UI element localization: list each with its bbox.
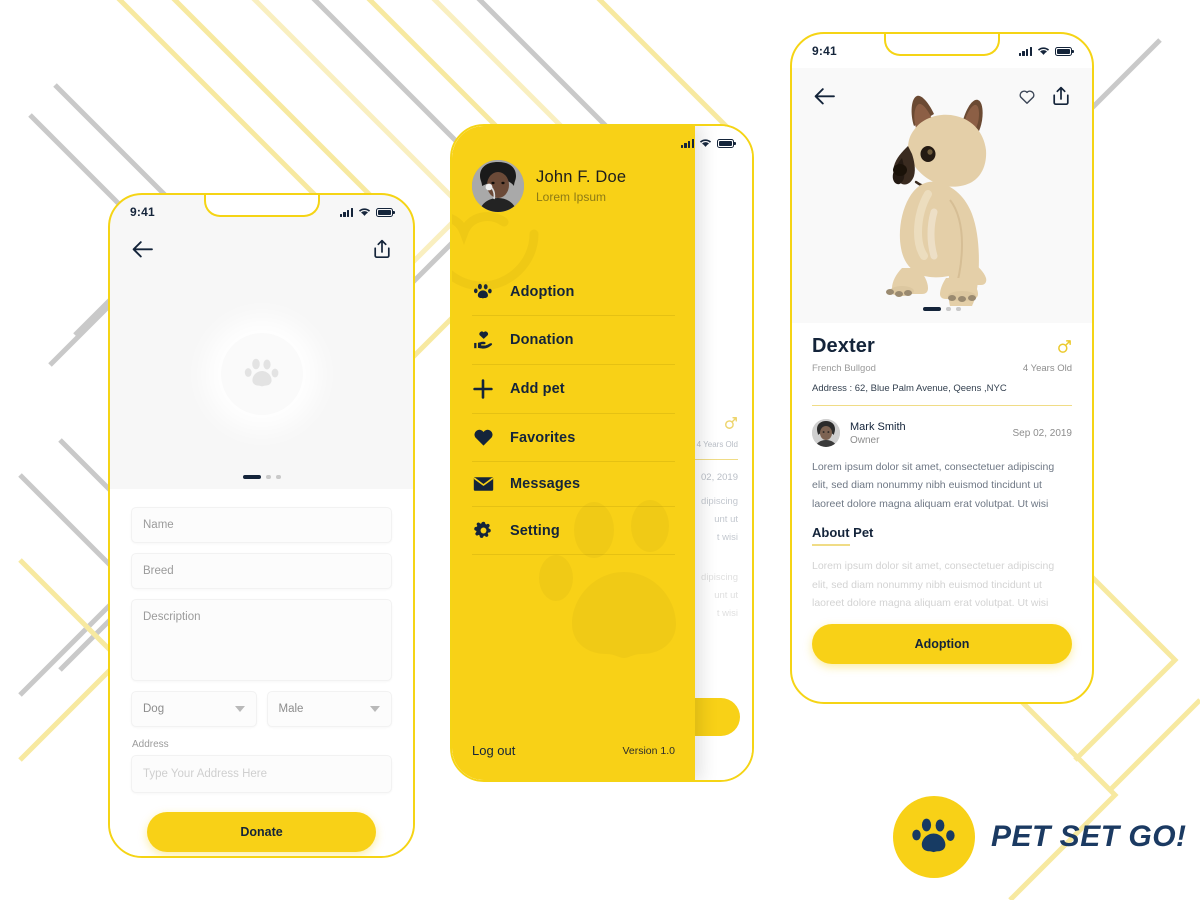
name-input[interactable]: Name	[131, 507, 392, 543]
share-icon[interactable]	[373, 239, 391, 259]
address-label: Address	[132, 739, 169, 750]
pet-age: 4 Years Old	[1022, 363, 1072, 374]
species-select[interactable]: Dog	[131, 691, 257, 727]
status-time: 9:41	[130, 205, 155, 219]
menu-item-label: Setting	[510, 522, 560, 539]
menu-item-label: Favorites	[510, 429, 576, 446]
phone-notch	[203, 195, 320, 217]
about-pet-title: About Pet	[812, 525, 874, 541]
pet-name: Dexter	[812, 335, 875, 357]
pet-photo-placeholder	[110, 259, 413, 489]
address-input[interactable]: Type Your Address Here	[131, 755, 392, 793]
about-underline	[812, 544, 850, 547]
gear-icon	[472, 521, 494, 540]
add-pet-form: Name Breed Description Dog Male Address …	[110, 489, 413, 856]
menu-item-label: Donation	[510, 332, 574, 348]
paw-icon	[472, 282, 494, 301]
menu-item-label: Messages	[510, 476, 581, 492]
version-label: Version 1.0	[622, 744, 675, 757]
brand-logo: PET SET GO!	[893, 796, 1187, 878]
pet-detail-body: Dexter French Bullgod 4 Years Old Addres…	[792, 323, 1092, 612]
carousel-dot[interactable]	[956, 307, 961, 311]
drawer-footer: Log out Version 1.0	[472, 743, 675, 758]
about-pet-text: Lorem ipsum dolor sit amet, consectetuer…	[812, 560, 1055, 609]
side-drawer: John F. Doe Lorem Ipsum Adoption Donatio…	[452, 126, 695, 780]
paw-icon	[244, 358, 278, 387]
phone-pet-detail: 9:41 Dexter French Bullgod 4 Years Old A…	[790, 32, 1094, 704]
pet-breed: French Bullgod	[812, 363, 876, 374]
signal-bars-icon	[680, 138, 694, 148]
gender-select[interactable]: Male	[266, 691, 392, 727]
pet-photo-carousel	[792, 68, 1092, 323]
battery-icon	[1055, 46, 1074, 56]
adoption-button[interactable]: Adoption	[812, 624, 1072, 665]
drawer-menu: Adoption Donation Add pet Favorites Mess…	[452, 268, 695, 555]
breed-input[interactable]: Breed	[131, 553, 392, 589]
divider	[812, 405, 1072, 406]
carousel-dot-active[interactable]	[242, 475, 261, 479]
pet-address: Address : 62, Blue Palm Avenue, Qeens ,N…	[812, 383, 1007, 394]
chevron-down-icon	[370, 706, 380, 712]
signal-bars-icon	[339, 207, 353, 217]
status-time: 9:41	[812, 44, 837, 58]
carousel-dots[interactable]	[792, 307, 1092, 311]
menu-item-add-pet[interactable]: Add pet	[472, 365, 675, 414]
owner-avatar	[812, 419, 840, 447]
battery-icon	[717, 138, 736, 148]
logo-circle	[893, 796, 975, 878]
paw-placeholder-circle	[220, 333, 303, 415]
menu-item-favorites[interactable]: Favorites	[472, 414, 675, 462]
chevron-down-icon	[234, 706, 245, 712]
plus-icon	[472, 379, 494, 399]
gender-select-value: Male	[278, 703, 304, 715]
battery-icon	[376, 207, 395, 217]
carousel-dot[interactable]	[946, 307, 951, 311]
male-gender-icon	[725, 417, 737, 429]
signal-bars-icon	[1018, 46, 1032, 56]
heart-filled-icon	[472, 428, 494, 447]
status-bar	[452, 126, 752, 160]
menu-item-label: Add pet	[510, 381, 565, 397]
owner-row: Mark Smith Owner Sep 02, 2019	[812, 419, 1072, 447]
pet-description: Lorem ipsum dolor sit amet, consectetuer…	[812, 461, 1055, 510]
description-input[interactable]: Description	[131, 599, 392, 681]
paw-icon	[912, 818, 955, 853]
phone-side-drawer: 4 Years Old 02, 2019 dipiscing unt ut t wi…	[450, 124, 754, 782]
heart-outline-icon[interactable]	[1018, 88, 1036, 105]
logo-text: PET SET GO!	[991, 820, 1187, 853]
carousel-dot[interactable]	[275, 475, 281, 479]
carousel-dot[interactable]	[265, 475, 271, 479]
wifi-icon	[358, 208, 371, 216]
owner-date: Sep 02, 2019	[1012, 427, 1073, 439]
top-nav	[110, 229, 413, 259]
profile-subtitle: Lorem Ipsum	[536, 190, 607, 204]
carousel-dot-active[interactable]	[923, 307, 941, 311]
menu-item-setting[interactable]: Setting	[472, 507, 675, 555]
owner-name: Mark Smith	[850, 420, 906, 433]
wifi-icon	[1037, 47, 1050, 55]
back-arrow-icon[interactable]	[814, 87, 835, 105]
envelope-icon	[472, 476, 494, 492]
french-bulldog-photo	[886, 95, 987, 306]
donate-button[interactable]: Donate	[147, 812, 376, 852]
species-select-value: Dog	[143, 703, 165, 715]
avatar	[472, 160, 524, 212]
menu-item-messages[interactable]: Messages	[472, 462, 675, 507]
wifi-icon	[699, 139, 712, 147]
owner-role: Owner	[850, 434, 880, 446]
carousel-dots[interactable]	[110, 475, 413, 479]
profile-name: John F. Doe	[536, 168, 627, 186]
back-arrow-icon[interactable]	[132, 240, 153, 258]
logout-button[interactable]: Log out	[472, 743, 515, 758]
menu-item-label: Adoption	[510, 283, 575, 300]
phone-notch	[884, 34, 1000, 56]
share-icon[interactable]	[1052, 86, 1070, 106]
menu-item-donation[interactable]: Donation	[472, 316, 675, 365]
male-gender-icon	[1058, 340, 1071, 353]
menu-item-adoption[interactable]: Adoption	[472, 268, 675, 316]
phone-add-pet-form: 9:41 Name Breed Description Dog Male Add…	[108, 193, 415, 858]
hand-heart-icon	[472, 330, 494, 350]
